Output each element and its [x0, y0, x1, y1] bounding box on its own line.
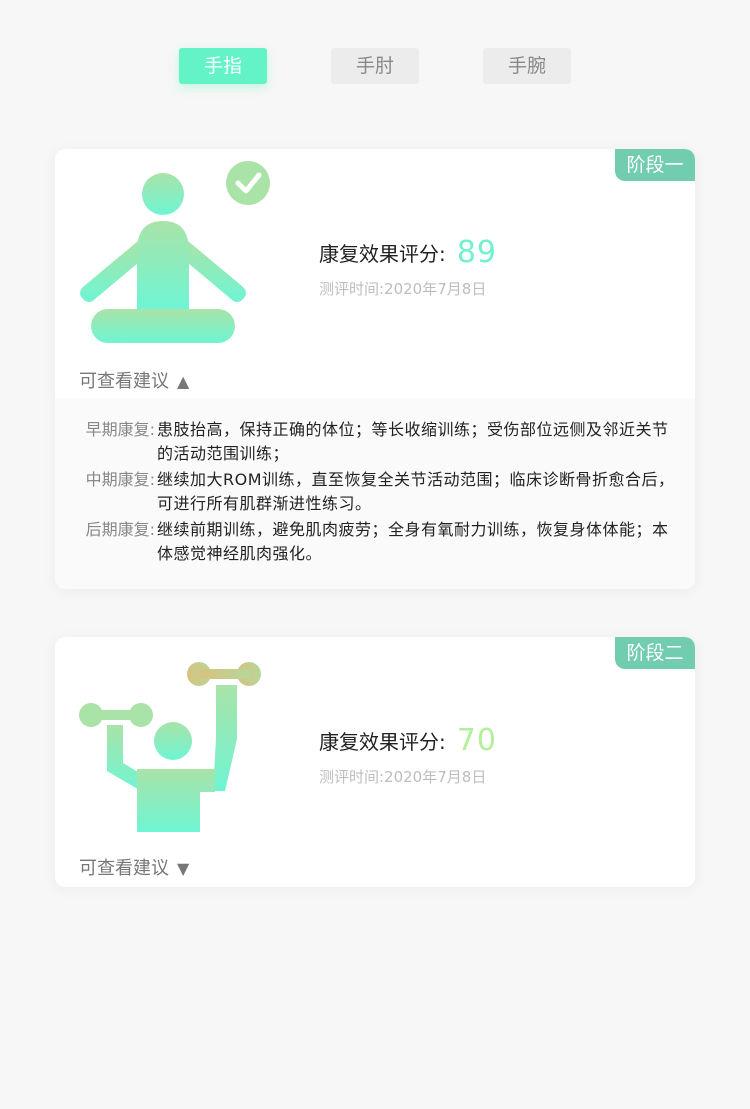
score-value: 70	[456, 723, 498, 758]
stage-badge: 阶段二	[615, 637, 695, 669]
score-row: 康复效果评分: 70	[319, 723, 497, 758]
dumbbell-lifting-figure-icon	[79, 662, 261, 832]
score-label: 康复效果评分:	[319, 242, 446, 266]
tab-finger[interactable]: 手指	[179, 48, 267, 84]
test-time: 测评时间:2020年7月8日	[319, 280, 487, 298]
advice-item-early: 早期康复: 患肢抬高，保持正确的体位；等长收缩训练；受伤部位远侧及邻近关节的活动…	[73, 418, 677, 466]
advice-label: 早期康复:	[85, 420, 155, 439]
advice-panel: 早期康复: 患肢抬高，保持正确的体位；等长收缩训练；受伤部位远侧及邻近关节的活动…	[55, 398, 695, 589]
advice-label: 中期康复:	[85, 470, 155, 489]
stage-card-2: 阶段二 康复效果评分: 70 测评时间:2020年7月8日 可查看建议 ▼	[55, 637, 695, 887]
stage-card-1: 阶段一 康复效果评分: 89 测评时间:2020年7月8日 可查看建议 ▲ 早期…	[55, 149, 695, 589]
tab-wrist[interactable]: 手腕	[483, 48, 571, 84]
stage-badge: 阶段一	[615, 149, 695, 181]
view-advice-label: 可查看建议	[79, 858, 169, 879]
advice-text: 继续加大ROM训练，直至恢复全关节活动范围；临床诊断骨折愈合后，可进行所有肌群渐…	[157, 470, 675, 513]
tab-elbow[interactable]: 手肘	[331, 48, 419, 84]
advice-item-mid: 中期康复: 继续加大ROM训练，直至恢复全关节活动范围；临床诊断骨折愈合后，可进…	[73, 468, 677, 516]
score-label: 康复效果评分:	[319, 730, 446, 754]
score-row: 康复效果评分: 89	[319, 235, 497, 270]
view-advice-label: 可查看建议	[79, 371, 169, 392]
view-advice-toggle[interactable]: 可查看建议 ▲	[79, 367, 189, 393]
test-time: 测评时间:2020年7月8日	[319, 768, 487, 786]
advice-item-late: 后期康复: 继续前期训练，避免肌肉疲劳；全身有氧耐力训练，恢复身体体能；本体感觉…	[73, 518, 677, 566]
joint-tab-bar: 手指 手肘 手腕	[0, 48, 750, 84]
rehab-score-page: 手指 手肘 手腕 阶段一 康复效果评分: 89 测评时间:2020年7月8日 可…	[0, 0, 750, 1109]
advice-text: 继续前期训练，避免肌肉疲劳；全身有氧耐力训练，恢复身体体能；本体感觉神经肌肉强化…	[157, 520, 669, 563]
score-value: 89	[456, 235, 498, 270]
triangle-down-icon: ▼	[177, 859, 190, 878]
triangle-up-icon: ▲	[177, 372, 190, 391]
advice-text: 患肢抬高，保持正确的体位；等长收缩训练；受伤部位远侧及邻近关节的活动范围训练；	[157, 420, 669, 463]
check-circle-icon	[226, 161, 270, 205]
advice-label: 后期康复:	[85, 520, 155, 539]
view-advice-toggle[interactable]: 可查看建议 ▼	[79, 854, 189, 880]
meditation-figure-icon	[80, 161, 270, 343]
